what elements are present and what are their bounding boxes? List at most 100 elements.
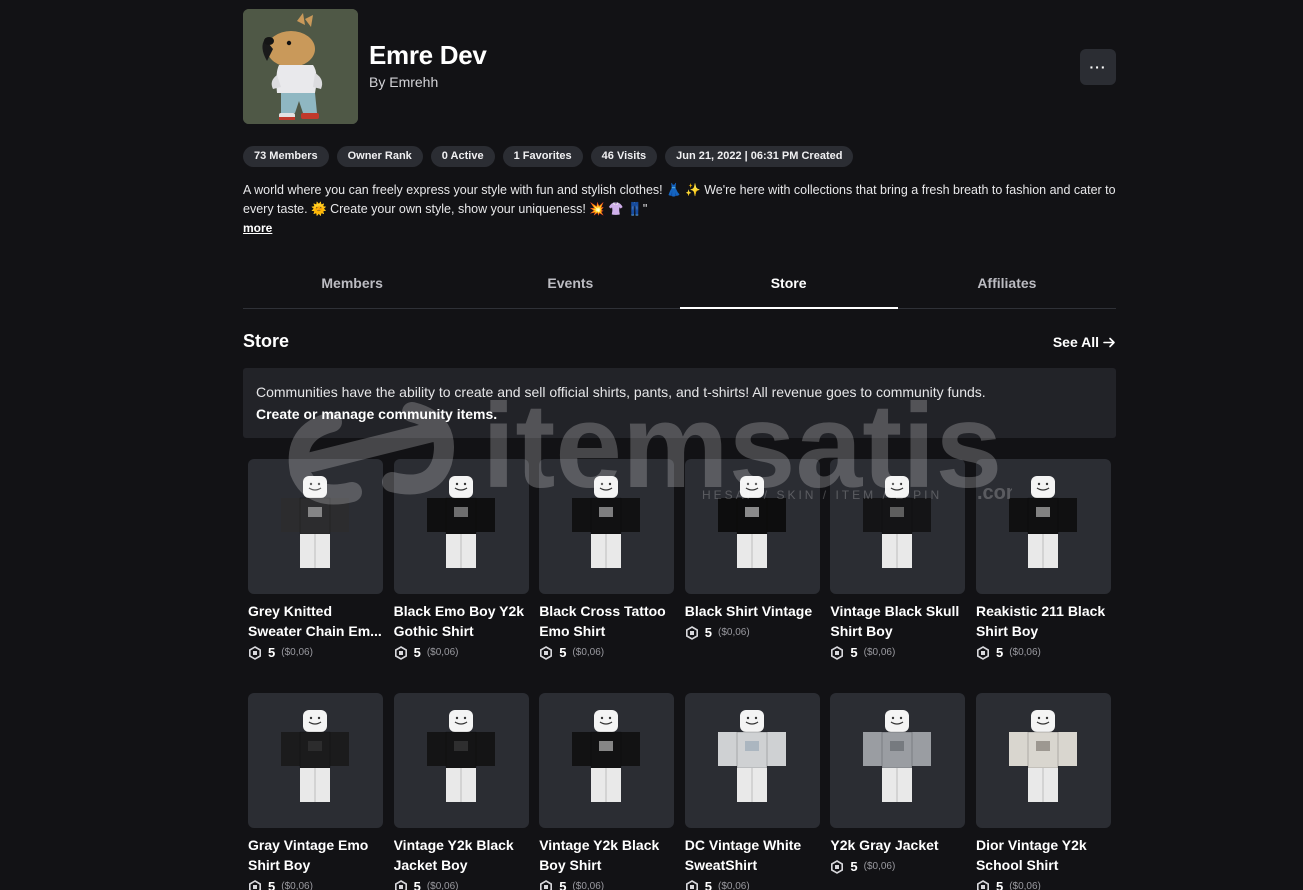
item-price-usd: ($0,06) [281, 881, 313, 890]
item-price: 5 ($0,06) [976, 645, 1111, 660]
item-price-usd: ($0,06) [863, 647, 896, 658]
item-price: 5 ($0,06) [830, 645, 965, 660]
item-name[interactable]: Vintage Y2k Black Jacket Boy [394, 835, 529, 875]
group-description: A world where you can freely express you… [243, 183, 1116, 216]
item-price: 5 ($0,06) [830, 859, 965, 874]
store-item[interactable]: Gray Vintage Emo Shirt Boy 5 ($0,06) [248, 693, 383, 890]
robux-icon [394, 645, 407, 660]
description-more-link[interactable]: more [243, 221, 272, 235]
item-price-usd: ($0,06) [863, 861, 896, 872]
tab-members[interactable]: Members [243, 263, 461, 308]
arrow-right-icon [1103, 337, 1115, 347]
robux-icon [394, 879, 407, 890]
item-thumbnail[interactable] [393, 459, 529, 594]
store-item[interactable]: Black Cross Tattoo Emo Shirt 5 ($0,06) [539, 459, 675, 663]
stat-members: 73 Members [243, 146, 329, 167]
see-all-link[interactable]: See All [1053, 334, 1116, 350]
item-price: 5 ($0,06) [394, 645, 529, 660]
item-name[interactable]: Dior Vintage Y2k School Shirt [976, 835, 1111, 875]
item-name[interactable]: Y2k Gray Jacket [830, 835, 965, 855]
group-owner[interactable]: By Emrehh [369, 74, 438, 90]
store-item[interactable]: Black Shirt Vintage 5 ($0,06) [684, 459, 820, 663]
store-item[interactable]: DC Vintage White SweatShirt 5 ($0,06) [684, 693, 820, 890]
store-item[interactable]: Black Emo Boy Y2k Gothic Shirt 5 ($0,06) [393, 459, 529, 663]
stat-active: 0 Active [430, 146, 495, 167]
item-price: 5 ($0,06) [539, 879, 674, 890]
group-tabs: Members Events Store Affiliates [243, 263, 1116, 309]
store-item[interactable]: Y2k Gray Jacket 5 ($0,06) [830, 693, 966, 890]
item-price-value: 5 [704, 879, 713, 890]
item-price-value: 5 [850, 645, 858, 660]
item-thumbnail[interactable] [684, 459, 820, 594]
item-thumbnail[interactable] [830, 693, 966, 828]
robux-icon [248, 879, 261, 890]
avatar-shirt-icon [717, 476, 786, 568]
group-page: Emre Dev By Emrehh ··· 73 Members Owner … [243, 0, 1116, 890]
store-item[interactable]: Vintage Y2k Black Boy Shirt 5 ($0,06) [539, 693, 675, 890]
group-stats: 73 Members Owner Rank 0 Active 1 Favorit… [243, 146, 854, 167]
item-price-value: 5 [268, 879, 276, 890]
tab-events[interactable]: Events [461, 263, 679, 308]
item-thumbnail[interactable] [248, 459, 383, 594]
item-thumbnail[interactable] [975, 693, 1111, 828]
avatar-shirt-icon [1008, 476, 1077, 568]
avatar-shirt-icon [281, 476, 349, 568]
item-price-value: 5 [559, 645, 567, 660]
item-name[interactable]: Vintage Y2k Black Boy Shirt [539, 835, 674, 875]
item-name[interactable]: DC Vintage White SweatShirt [685, 835, 820, 875]
item-thumbnail[interactable] [539, 459, 675, 594]
tab-affiliates[interactable]: Affiliates [898, 263, 1116, 308]
tab-store[interactable]: Store [679, 263, 899, 309]
item-name[interactable]: Reakistic 211 Black Shirt Boy [976, 601, 1111, 641]
item-price: 5 ($0,06) [248, 879, 383, 890]
robux-icon [685, 625, 698, 640]
item-thumbnail[interactable] [393, 693, 529, 828]
item-price: 5 ($0,06) [685, 625, 820, 640]
item-price: 5 ($0,06) [394, 879, 529, 890]
robux-icon [540, 645, 553, 660]
item-thumbnail[interactable] [248, 693, 383, 828]
item-thumbnail[interactable] [975, 459, 1111, 594]
robux-icon [831, 859, 844, 874]
store-item[interactable]: Grey Knitted Sweater Chain Em... 5 ($0,0… [248, 459, 383, 663]
avatar-shirt-icon [1008, 710, 1077, 802]
item-name[interactable]: Black Emo Boy Y2k Gothic Shirt [394, 601, 529, 641]
dog-avatar-icon [243, 9, 358, 124]
item-price-value: 5 [559, 879, 567, 890]
item-price-value: 5 [995, 879, 1004, 890]
store-heading: Store [243, 331, 290, 351]
avatar-shirt-icon [426, 476, 495, 568]
store-item[interactable]: Dior Vintage Y2k School Shirt 5 ($0,06) [975, 693, 1111, 890]
item-price-usd: ($0,06) [281, 647, 313, 658]
item-price-usd: ($0,06) [1009, 647, 1041, 658]
item-price-value: 5 [995, 645, 1004, 660]
item-price-value: 5 [413, 645, 421, 660]
item-price-usd: ($0,06) [426, 881, 459, 890]
item-name[interactable]: Grey Knitted Sweater Chain Em... [248, 601, 383, 641]
item-price-value: 5 [704, 625, 713, 640]
item-name[interactable]: Vintage Black Skull Shirt Boy [830, 601, 965, 641]
item-thumbnail[interactable] [830, 459, 966, 594]
item-name[interactable]: Black Cross Tattoo Emo Shirt [539, 601, 674, 641]
item-name[interactable]: Gray Vintage Emo Shirt Boy [248, 835, 383, 875]
store-item[interactable]: Vintage Y2k Black Jacket Boy 5 ($0,06) [393, 693, 529, 890]
robux-icon [540, 879, 553, 890]
item-price-usd: ($0,06) [718, 881, 750, 890]
stat-rank: Owner Rank [336, 146, 423, 167]
store-item[interactable]: Reakistic 211 Black Shirt Boy 5 ($0,06) [975, 459, 1111, 663]
avatar-shirt-icon [572, 476, 641, 568]
store-item-grid: Grey Knitted Sweater Chain Em... 5 ($0,0… [248, 459, 1111, 890]
see-all-label: See All [1052, 334, 1099, 350]
item-name[interactable]: Black Shirt Vintage [685, 601, 820, 621]
store-item[interactable]: Vintage Black Skull Shirt Boy 5 ($0,06) [830, 459, 966, 663]
robux-icon [976, 879, 989, 890]
robux-icon [248, 645, 261, 660]
stat-created: Jun 21, 2022 | 06:31 PM Created [665, 146, 854, 167]
more-options-button[interactable]: ··· [1080, 49, 1116, 85]
avatar-shirt-icon [281, 710, 349, 802]
item-price-value: 5 [268, 645, 276, 660]
item-thumbnail[interactable] [684, 693, 820, 828]
item-price-value: 5 [413, 879, 421, 890]
manage-items-link[interactable]: Create or manage community items. [256, 403, 1103, 425]
item-thumbnail[interactable] [539, 693, 675, 828]
